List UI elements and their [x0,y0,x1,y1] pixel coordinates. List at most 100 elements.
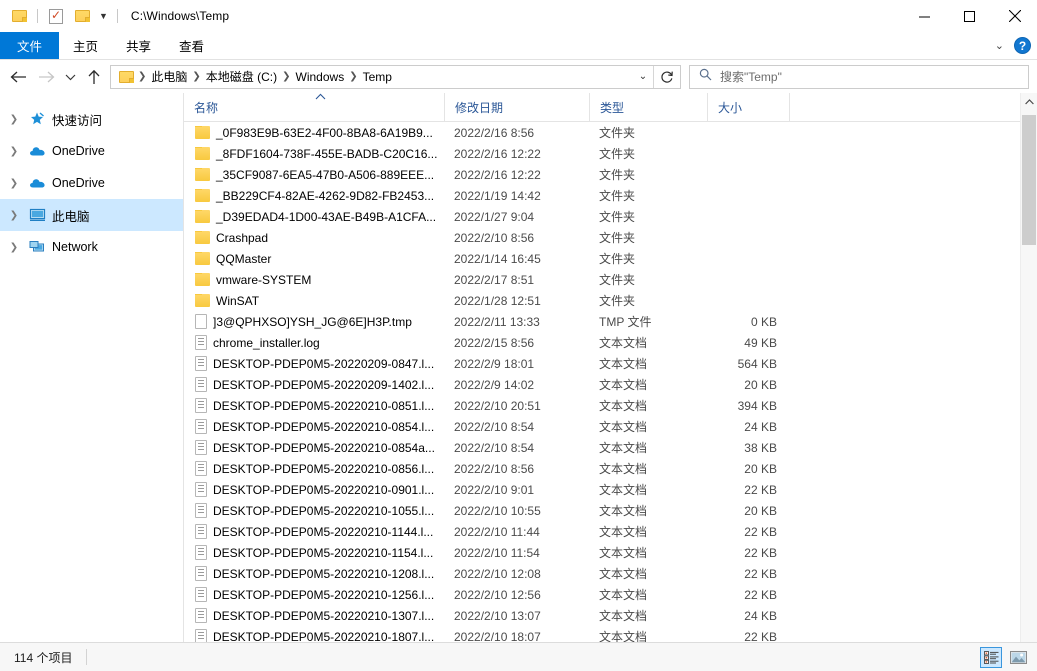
column-header-type[interactable]: 类型 [589,93,707,121]
details-view-button[interactable] [980,647,1002,668]
breadcrumb-item-2[interactable]: Windows [292,70,349,84]
column-header-date[interactable]: 修改日期 [444,93,589,121]
close-button[interactable] [992,0,1037,32]
file-type-cell: 文本文档 [589,607,707,624]
customize-toolbar-icon[interactable]: ▼ [97,12,110,21]
breadcrumb-item-0[interactable]: 此电脑 [147,68,191,85]
scrollbar-thumb[interactable] [1022,115,1036,245]
tab-view[interactable]: 查看 [165,32,218,59]
sidebar-item-network[interactable]: ❯ Network [0,231,183,263]
scroll-up-icon[interactable] [1021,93,1037,110]
table-row[interactable]: DESKTOP-PDEP0M5-20220209-0847.l...2022/2… [184,353,1037,374]
folder-icon [195,210,210,223]
file-name-cell: DESKTOP-PDEP0M5-20220210-0854.l... [184,419,444,434]
table-row[interactable]: Crashpad2022/2/10 8:56文件夹 [184,227,1037,248]
table-row[interactable]: DESKTOP-PDEP0M5-20220210-1144.l...2022/2… [184,521,1037,542]
large-icons-view-button[interactable] [1007,647,1029,668]
search-input[interactable]: 搜索"Temp" [689,65,1029,89]
sidebar-item-onedrive-2[interactable]: ❯ OneDrive [0,167,183,199]
file-name-cell: DESKTOP-PDEP0M5-20220210-1154.l... [184,545,444,560]
file-rows-container[interactable]: _0F983E9B-63E2-4F00-8BA8-6A19B9...2022/2… [184,122,1037,659]
file-size-cell: 394 KB [707,399,789,413]
help-button[interactable]: ? [1014,37,1031,54]
address-bar[interactable]: ❯ 此电脑 ❯ 本地磁盘 (C:) ❯ Windows ❯ Temp ⌄ [110,65,681,89]
file-type-cell: 文件夹 [589,124,707,141]
file-date-cell: 2022/2/10 11:54 [444,546,589,560]
file-date-cell: 2022/2/10 8:56 [444,462,589,476]
table-row[interactable]: DESKTOP-PDEP0M5-20220210-0851.l...2022/2… [184,395,1037,416]
breadcrumb-item-3[interactable]: Temp [359,70,396,84]
file-date-cell: 2022/2/16 8:56 [444,126,589,140]
status-divider [86,649,87,665]
folder-icon [195,168,210,181]
vertical-scrollbar[interactable] [1020,93,1037,659]
table-row[interactable]: _0F983E9B-63E2-4F00-8BA8-6A19B9...2022/2… [184,122,1037,143]
maximize-button[interactable] [947,0,992,32]
table-row[interactable]: DESKTOP-PDEP0M5-20220210-0901.l...2022/2… [184,479,1037,500]
text-file-icon [195,503,207,518]
table-row[interactable]: _BB229CF4-82AE-4262-9D82-FB2453...2022/1… [184,185,1037,206]
column-header-name[interactable]: 名称 [184,93,444,121]
table-row[interactable]: DESKTOP-PDEP0M5-20220210-1256.l...2022/2… [184,584,1037,605]
file-date-cell: 2022/1/28 12:51 [444,294,589,308]
chevron-right-icon[interactable]: ❯ [6,114,22,125]
folder-icon [195,294,210,307]
address-folder-icon [115,66,137,88]
table-row[interactable]: DESKTOP-PDEP0M5-20220210-1154.l... 2022/2… [184,542,1037,563]
folder-icon[interactable] [8,5,30,27]
file-name-cell: vmware-SYSTEM [184,273,444,287]
cloud-icon [27,177,47,189]
back-arrow-icon[interactable] [4,63,32,91]
table-row[interactable]: vmware-SYSTEM2022/2/17 8:51文件夹 [184,269,1037,290]
file-type-cell: 文本文档 [589,355,707,372]
table-row[interactable]: DESKTOP-PDEP0M5-20220210-1307.l...2022/2… [184,605,1037,626]
file-size-cell: 38 KB [707,441,789,455]
file-name-label: DESKTOP-PDEP0M5-20220210-1154.l... [213,546,433,560]
chevron-right-icon[interactable]: ❯ [6,178,22,189]
table-row[interactable]: _8FDF1604-738F-455E-BADB-C20C16...2022/2… [184,143,1037,164]
file-name-cell: _35CF9087-6EA5-47B0-A506-889EEE... [184,168,444,182]
file-size-cell: 20 KB [707,378,789,392]
table-row[interactable]: DESKTOP-PDEP0M5-20220209-1402.l...2022/2… [184,374,1037,395]
recent-locations-icon[interactable] [60,63,80,91]
file-type-cell: 文件夹 [589,229,707,246]
table-row[interactable]: DESKTOP-PDEP0M5-20220210-1055.l...2022/2… [184,500,1037,521]
file-name-label: _35CF9087-6EA5-47B0-A506-889EEE... [216,168,434,182]
refresh-icon[interactable] [654,70,680,84]
table-row[interactable]: _35CF9087-6EA5-47B0-A506-889EEE...2022/2… [184,164,1037,185]
tab-file[interactable]: 文件 [0,32,59,59]
table-row[interactable]: QQMaster2022/1/14 16:45文件夹 [184,248,1037,269]
sidebar-item-label: Network [52,240,98,254]
file-type-cell: 文件夹 [589,166,707,183]
address-dropdown-icon[interactable]: ⌄ [633,71,653,82]
breadcrumb-item-1[interactable]: 本地磁盘 (C:) [202,68,281,85]
minimize-button[interactable] [902,0,947,32]
new-folder-icon[interactable] [71,5,93,27]
chevron-right-icon[interactable]: ❯ [6,242,22,253]
table-row[interactable]: chrome_installer.log2022/2/15 8:56文本文档49… [184,332,1037,353]
file-date-cell: 2022/2/16 12:22 [444,147,589,161]
sidebar-item-this-pc[interactable]: ❯ 此电脑 [0,199,183,231]
sidebar-item-quick-access[interactable]: ❯ 快速访问 [0,103,183,135]
tab-home[interactable]: 主页 [59,32,112,59]
up-arrow-icon[interactable] [80,63,108,91]
column-header-size[interactable]: 大小 [707,93,789,121]
tab-share[interactable]: 共享 [112,32,165,59]
table-row[interactable]: DESKTOP-PDEP0M5-20220210-1208.l...2022/2… [184,563,1037,584]
table-row[interactable]: ]3@QPHXSO]YSH_JG@6E]H3P.tmp2022/2/11 13:… [184,311,1037,332]
table-row[interactable]: DESKTOP-PDEP0M5-20220210-0856.l...2022/2… [184,458,1037,479]
table-row[interactable]: _D39EDAD4-1D00-43AE-B49B-A1CFA...2022/1/… [184,206,1037,227]
file-size-cell: 0 KB [707,315,789,329]
chevron-down-icon[interactable]: ⌄ [995,39,1004,52]
file-size-cell: 22 KB [707,483,789,497]
table-row[interactable]: DESKTOP-PDEP0M5-20220210-0854.l...2022/2… [184,416,1037,437]
file-name-cell: DESKTOP-PDEP0M5-20220210-0854a... [184,440,444,455]
table-row[interactable]: DESKTOP-PDEP0M5-20220210-0854a...2022/2/… [184,437,1037,458]
sidebar-item-onedrive-1[interactable]: ❯ OneDrive [0,135,183,167]
file-type-cell: 文件夹 [589,292,707,309]
table-row[interactable]: WinSAT2022/1/28 12:51文件夹 [184,290,1037,311]
chevron-right-icon[interactable]: ❯ [6,210,22,221]
file-size-cell: 22 KB [707,525,789,539]
properties-icon[interactable] [45,5,67,27]
chevron-right-icon[interactable]: ❯ [6,146,22,157]
